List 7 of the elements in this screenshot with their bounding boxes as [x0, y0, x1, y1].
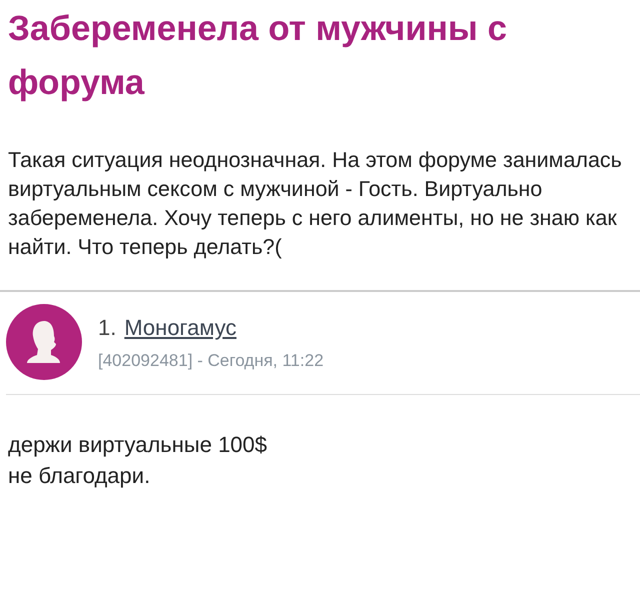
- topic-title: Забеременела от мужчины с форума: [7, 8, 508, 104]
- author-link[interactable]: Моногамус: [124, 310, 236, 344]
- reply-meta: [402092481] - Сегодня, 11:22: [98, 350, 324, 372]
- post-text: Такая ситуация неоднозначная. На этом форуме занималась виртуальным сексом с мужчиной - Гость. Виртуально забеременела. Хочу теперь с него алименты, но не знаю как найти. Что теперь делать?(: [7, 147, 623, 261]
- reply-number: 1.: [98, 314, 116, 342]
- avatar-icon: [6, 304, 82, 380]
- reply-text: держи виртуальные 100$ не благодари.: [7, 431, 268, 490]
